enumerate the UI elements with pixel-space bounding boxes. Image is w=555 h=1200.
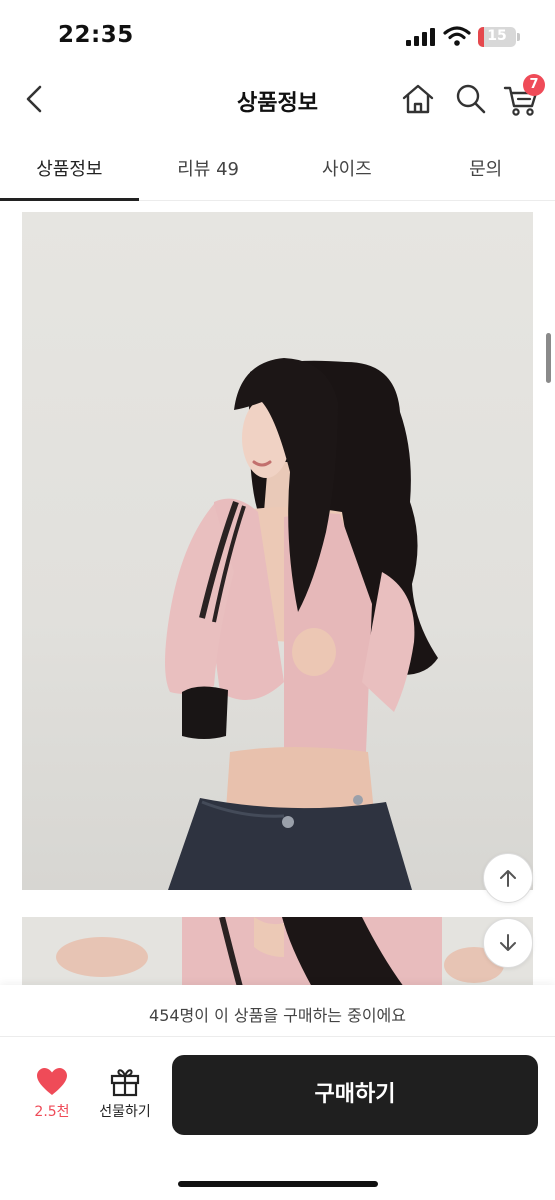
battery-icon: 15 xyxy=(478,27,516,47)
buy-button[interactable]: 구매하기 xyxy=(172,1055,538,1135)
product-photo xyxy=(22,212,533,890)
tab-inquiry[interactable]: 문의 xyxy=(416,130,555,200)
gift-label: 선물하기 xyxy=(99,1104,151,1120)
tab-size[interactable]: 사이즈 xyxy=(278,130,417,200)
signal-icon xyxy=(406,28,436,46)
heart-icon xyxy=(37,1068,67,1095)
purchase-bar: 454명이 이 상품을 구매하는 중이에요 2.5천 선물하기 구매하기 xyxy=(0,985,555,1200)
home-indicator xyxy=(178,1181,378,1187)
tab-bar: 상품정보 리뷰 49 사이즈 문의 xyxy=(0,130,555,201)
battery-cap xyxy=(517,33,520,41)
tab-product-info[interactable]: 상품정보 xyxy=(0,130,139,201)
wifi-icon xyxy=(443,26,471,46)
gift-icon xyxy=(110,1069,140,1097)
scrollbar[interactable] xyxy=(546,333,551,383)
gift-button[interactable]: 선물하기 xyxy=(92,1067,158,1127)
cart-badge: 7 xyxy=(523,74,545,96)
home-icon[interactable] xyxy=(400,82,436,116)
scroll-to-bottom-button[interactable] xyxy=(483,918,533,968)
header: 상품정보 7 xyxy=(0,70,555,130)
search-icon[interactable] xyxy=(454,82,488,116)
like-button[interactable]: 2.5천 xyxy=(24,1067,80,1127)
product-photo-2 xyxy=(22,917,533,987)
purchase-notice: 454명이 이 상품을 구매하는 중이에요 xyxy=(0,985,555,1037)
tab-reviews[interactable]: 리뷰 49 xyxy=(139,130,278,200)
arrow-down-icon xyxy=(500,934,516,951)
scroll-to-top-button[interactable] xyxy=(483,853,533,903)
status-bar: 22:35 15 xyxy=(0,0,555,70)
battery-level: 15 xyxy=(487,28,507,44)
status-time: 22:35 xyxy=(58,22,134,48)
arrow-up-icon xyxy=(500,870,516,887)
back-icon[interactable] xyxy=(20,82,50,116)
like-count: 2.5천 xyxy=(34,1104,70,1120)
